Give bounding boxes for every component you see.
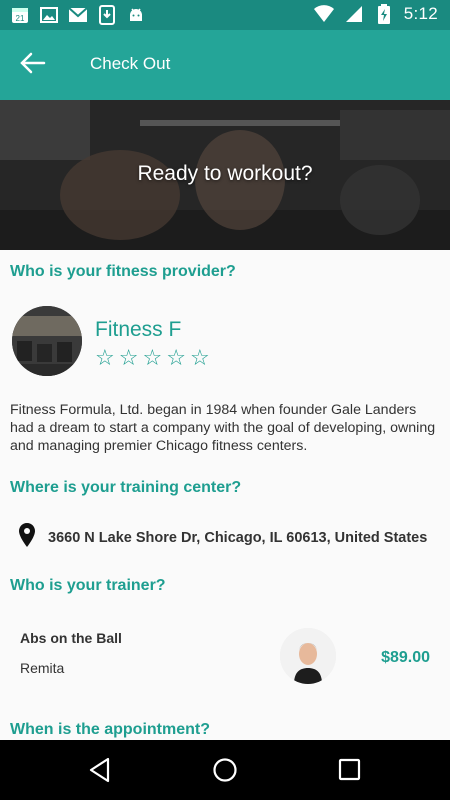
image-icon [39, 5, 59, 25]
trainer-class-name: Abs on the Ball [20, 630, 122, 646]
download-icon [97, 5, 117, 25]
trainer-section-title: Who is your trainer? [10, 577, 166, 594]
star-icon[interactable]: ☆ [166, 345, 186, 371]
trainer-price: $89.00 [381, 649, 430, 666]
status-time: 5:12 [403, 4, 438, 23]
back-triangle-icon [89, 757, 110, 783]
nav-recents-button[interactable] [336, 756, 364, 784]
notification-icons: 21 [10, 5, 146, 25]
arrow-back-icon [20, 52, 46, 74]
gym-photo [12, 306, 82, 376]
system-status: 5:12 [313, 4, 438, 24]
center-address: 3660 N Lake Shore Dr, Chicago, IL 60613,… [48, 529, 428, 546]
rating-stars[interactable]: ☆ ☆ ☆ ☆ ☆ [95, 345, 210, 371]
back-button[interactable] [20, 52, 50, 78]
android-icon [126, 5, 146, 25]
hero-title: Ready to workout? [137, 162, 313, 185]
star-icon[interactable]: ☆ [95, 345, 115, 371]
hero-banner: Ready to workout? [0, 100, 450, 250]
trainer-card[interactable]: Abs on the Ball Remita $89.00 [0, 615, 450, 700]
provider-section-title: Who is your fitness provider? [10, 263, 236, 280]
center-section-title: Where is your training center? [10, 479, 242, 496]
nav-back-button[interactable] [86, 756, 114, 784]
calendar-icon: 21 [10, 5, 30, 25]
app-bar: Check Out [0, 30, 450, 100]
gmail-icon [68, 5, 88, 25]
location-pin-icon [18, 522, 36, 553]
star-icon[interactable]: ☆ [190, 345, 210, 371]
provider-avatar [12, 306, 82, 376]
trainer-name: Remita [20, 660, 65, 676]
star-icon[interactable]: ☆ [142, 345, 162, 371]
provider-name: Fitness F [95, 318, 182, 341]
home-circle-icon [213, 758, 237, 782]
location-row[interactable]: 3660 N Lake Shore Dr, Chicago, IL 60613,… [18, 522, 427, 553]
star-icon[interactable]: ☆ [119, 345, 139, 371]
appointment-section-title: When is the appointment? [10, 721, 210, 738]
trainer-photo [280, 628, 336, 684]
wifi-icon [313, 4, 334, 24]
signal-icon [344, 4, 364, 24]
provider-description: Fitness Formula, Ltd. began in 1984 when… [10, 402, 436, 454]
nav-home-button[interactable] [211, 756, 239, 784]
app-title: Check Out [90, 54, 171, 73]
status-bar: 21 5:12 [0, 0, 450, 30]
recents-square-icon [338, 758, 361, 781]
trainer-avatar [280, 628, 336, 684]
svg-text:21: 21 [16, 14, 25, 23]
battery-icon [374, 4, 394, 24]
system-nav-bar [0, 740, 450, 800]
